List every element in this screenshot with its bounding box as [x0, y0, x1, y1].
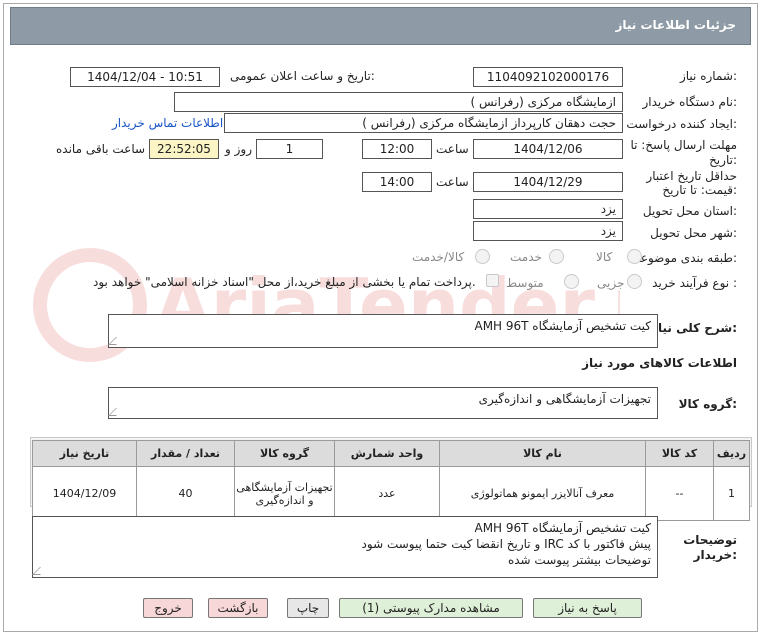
province-field[interactable]: یزد	[473, 199, 623, 219]
cell-row-number: 1	[713, 466, 750, 521]
validity-time-label: ساعت	[436, 175, 469, 189]
need-number-label: شماره نیاز:	[679, 69, 737, 83]
cell-date: 1404/12/09	[32, 466, 137, 521]
treasury-checkbox[interactable]	[486, 274, 499, 287]
items-table: ردیف کد کالا نام کالا واحد شمارش گروه کا…	[32, 440, 750, 521]
print-button[interactable]: چاپ	[287, 598, 329, 618]
cell-qty: 40	[136, 466, 235, 521]
need-number-field[interactable]: 1104092102000176	[473, 67, 623, 87]
deadline-date-field[interactable]: 1404/12/06	[473, 139, 623, 159]
announce-datetime-field[interactable]: 1404/12/04 - 10:51	[70, 67, 220, 87]
col-header-qty: تعداد / مقدار	[136, 440, 235, 467]
goods-group-textarea[interactable]: تجهیزات آزمایشگاهی و اندازه‌گیری	[108, 387, 658, 419]
cell-name: معرف آنالایزر ایمونو هماتولوژی	[439, 466, 646, 521]
announce-label: تاریخ و ساعت اعلان عمومی:	[230, 69, 375, 83]
buyer-notes-line-3: توضیحات بیشتر پیوست شده	[507, 553, 651, 567]
cell-code: --	[645, 466, 714, 521]
buyer-notes-textarea[interactable]: کیت تشخیص آزمایشگاه AMH 96T پیش فاکتور ب…	[32, 516, 658, 578]
payment-note: پرداخت تمام یا بخشی از مبلغ خرید،از محل …	[93, 275, 476, 289]
days-label: روز و	[225, 142, 252, 156]
validity-label-2: قیمت: تا تاریخ:	[662, 183, 737, 197]
back-button[interactable]: بازگشت	[208, 598, 268, 618]
page-title: جزئیات اطلاعات نیاز	[615, 18, 736, 32]
cell-unit: عدد	[334, 466, 440, 521]
province-label: استان محل تحویل:	[642, 204, 737, 218]
buyer-notes-label: توضیحات	[683, 533, 737, 547]
process-minor-radio[interactable]	[627, 274, 642, 289]
col-header-code: کد کالا	[645, 440, 714, 467]
category-label: طبقه بندی موضوعی:	[630, 251, 737, 265]
summary-label: شرح کلی نیاز:	[651, 321, 737, 335]
buyer-notes-line-2: پیش فاکتور با کد IRC و تاریخ انقضا کیت ح…	[361, 537, 651, 551]
table-header-row: ردیف کد کالا نام کالا واحد شمارش گروه کا…	[32, 440, 750, 467]
category-service-radio[interactable]	[549, 249, 564, 264]
process-label: نوع فرآیند خرید :	[652, 276, 737, 290]
validity-time-field[interactable]: 14:00	[362, 172, 432, 192]
category-goods-label: کالا	[596, 250, 613, 264]
col-header-name: نام کالا	[439, 440, 646, 467]
goods-info-title: اطلاعات کالاهای مورد نیاز	[582, 356, 737, 370]
validity-label: حداقل تاریخ اعتبار	[646, 169, 737, 183]
process-medium-label: متوسط	[506, 276, 544, 290]
attachments-button[interactable]: مشاهده مدارک پیوستی (1)	[339, 598, 523, 618]
city-field[interactable]: یزد	[473, 221, 623, 241]
reply-button[interactable]: پاسخ به نیاز	[533, 598, 642, 618]
page-header: جزئیات اطلاعات نیاز	[10, 7, 751, 45]
cell-group: تجهیزات آزمایشگاهی و اندازه‌گیری	[234, 466, 335, 521]
category-goods-radio[interactable]	[627, 249, 642, 264]
exit-button[interactable]: خروج	[143, 598, 193, 618]
deadline-label-2: تاریخ:	[709, 153, 737, 167]
creator-label: ایجاد کننده درخواست:	[626, 117, 737, 131]
city-label: شهر محل تحویل:	[650, 226, 737, 240]
buyer-org-label: نام دستگاه خریدار:	[642, 95, 738, 109]
category-service-label: خدمت	[510, 250, 542, 264]
col-header-date: تاریخ نیاز	[32, 440, 137, 467]
deadline-time-label: ساعت	[436, 142, 469, 156]
category-both-radio[interactable]	[475, 249, 490, 264]
summary-text: کیت تشخیص آزمایشگاه AMH 96T	[474, 319, 651, 333]
goods-group-label: گروه کالا:	[678, 397, 737, 411]
category-both-label: کالا/خدمت	[412, 250, 465, 264]
resize-grip[interactable]	[32, 567, 48, 575]
process-minor-label: جزیی	[597, 276, 625, 290]
creator-field[interactable]: حجت دهقان کارپرداز ازمایشگاه مرکزی (رفرا…	[224, 113, 623, 133]
col-header-row-number: ردیف	[713, 440, 750, 467]
buyer-org-field[interactable]: ازمایشگاه مرکزی (رفرانس )	[174, 92, 623, 112]
table-row[interactable]: 1 -- معرف آنالایزر ایمونو هماتولوژی عدد …	[32, 466, 750, 521]
validity-date-field[interactable]: 1404/12/29	[473, 172, 623, 192]
buyer-notes-label-2: خریدار:	[693, 548, 737, 562]
resize-grip[interactable]	[108, 408, 124, 416]
process-medium-radio[interactable]	[564, 274, 579, 289]
buyer-contact-link[interactable]: اطلاعات تماس خریدار	[112, 116, 223, 130]
resize-grip[interactable]	[108, 337, 124, 345]
days-field[interactable]: 1	[256, 139, 323, 159]
remaining-time-field: 22:52:05	[149, 139, 219, 159]
buyer-notes-line-1: کیت تشخیص آزمایشگاه AMH 96T	[474, 521, 651, 535]
deadline-label: مهلت ارسال پاسخ: تا	[630, 138, 737, 152]
col-header-unit: واحد شمارش	[334, 440, 440, 467]
goods-group-text: تجهیزات آزمایشگاهی و اندازه‌گیری	[478, 392, 651, 406]
remaining-time-label: ساعت باقی مانده	[56, 142, 146, 156]
deadline-time-field[interactable]: 12:00	[362, 139, 432, 159]
col-header-group: گروه کالا	[234, 440, 335, 467]
summary-textarea[interactable]: کیت تشخیص آزمایشگاه AMH 96T	[108, 314, 658, 348]
